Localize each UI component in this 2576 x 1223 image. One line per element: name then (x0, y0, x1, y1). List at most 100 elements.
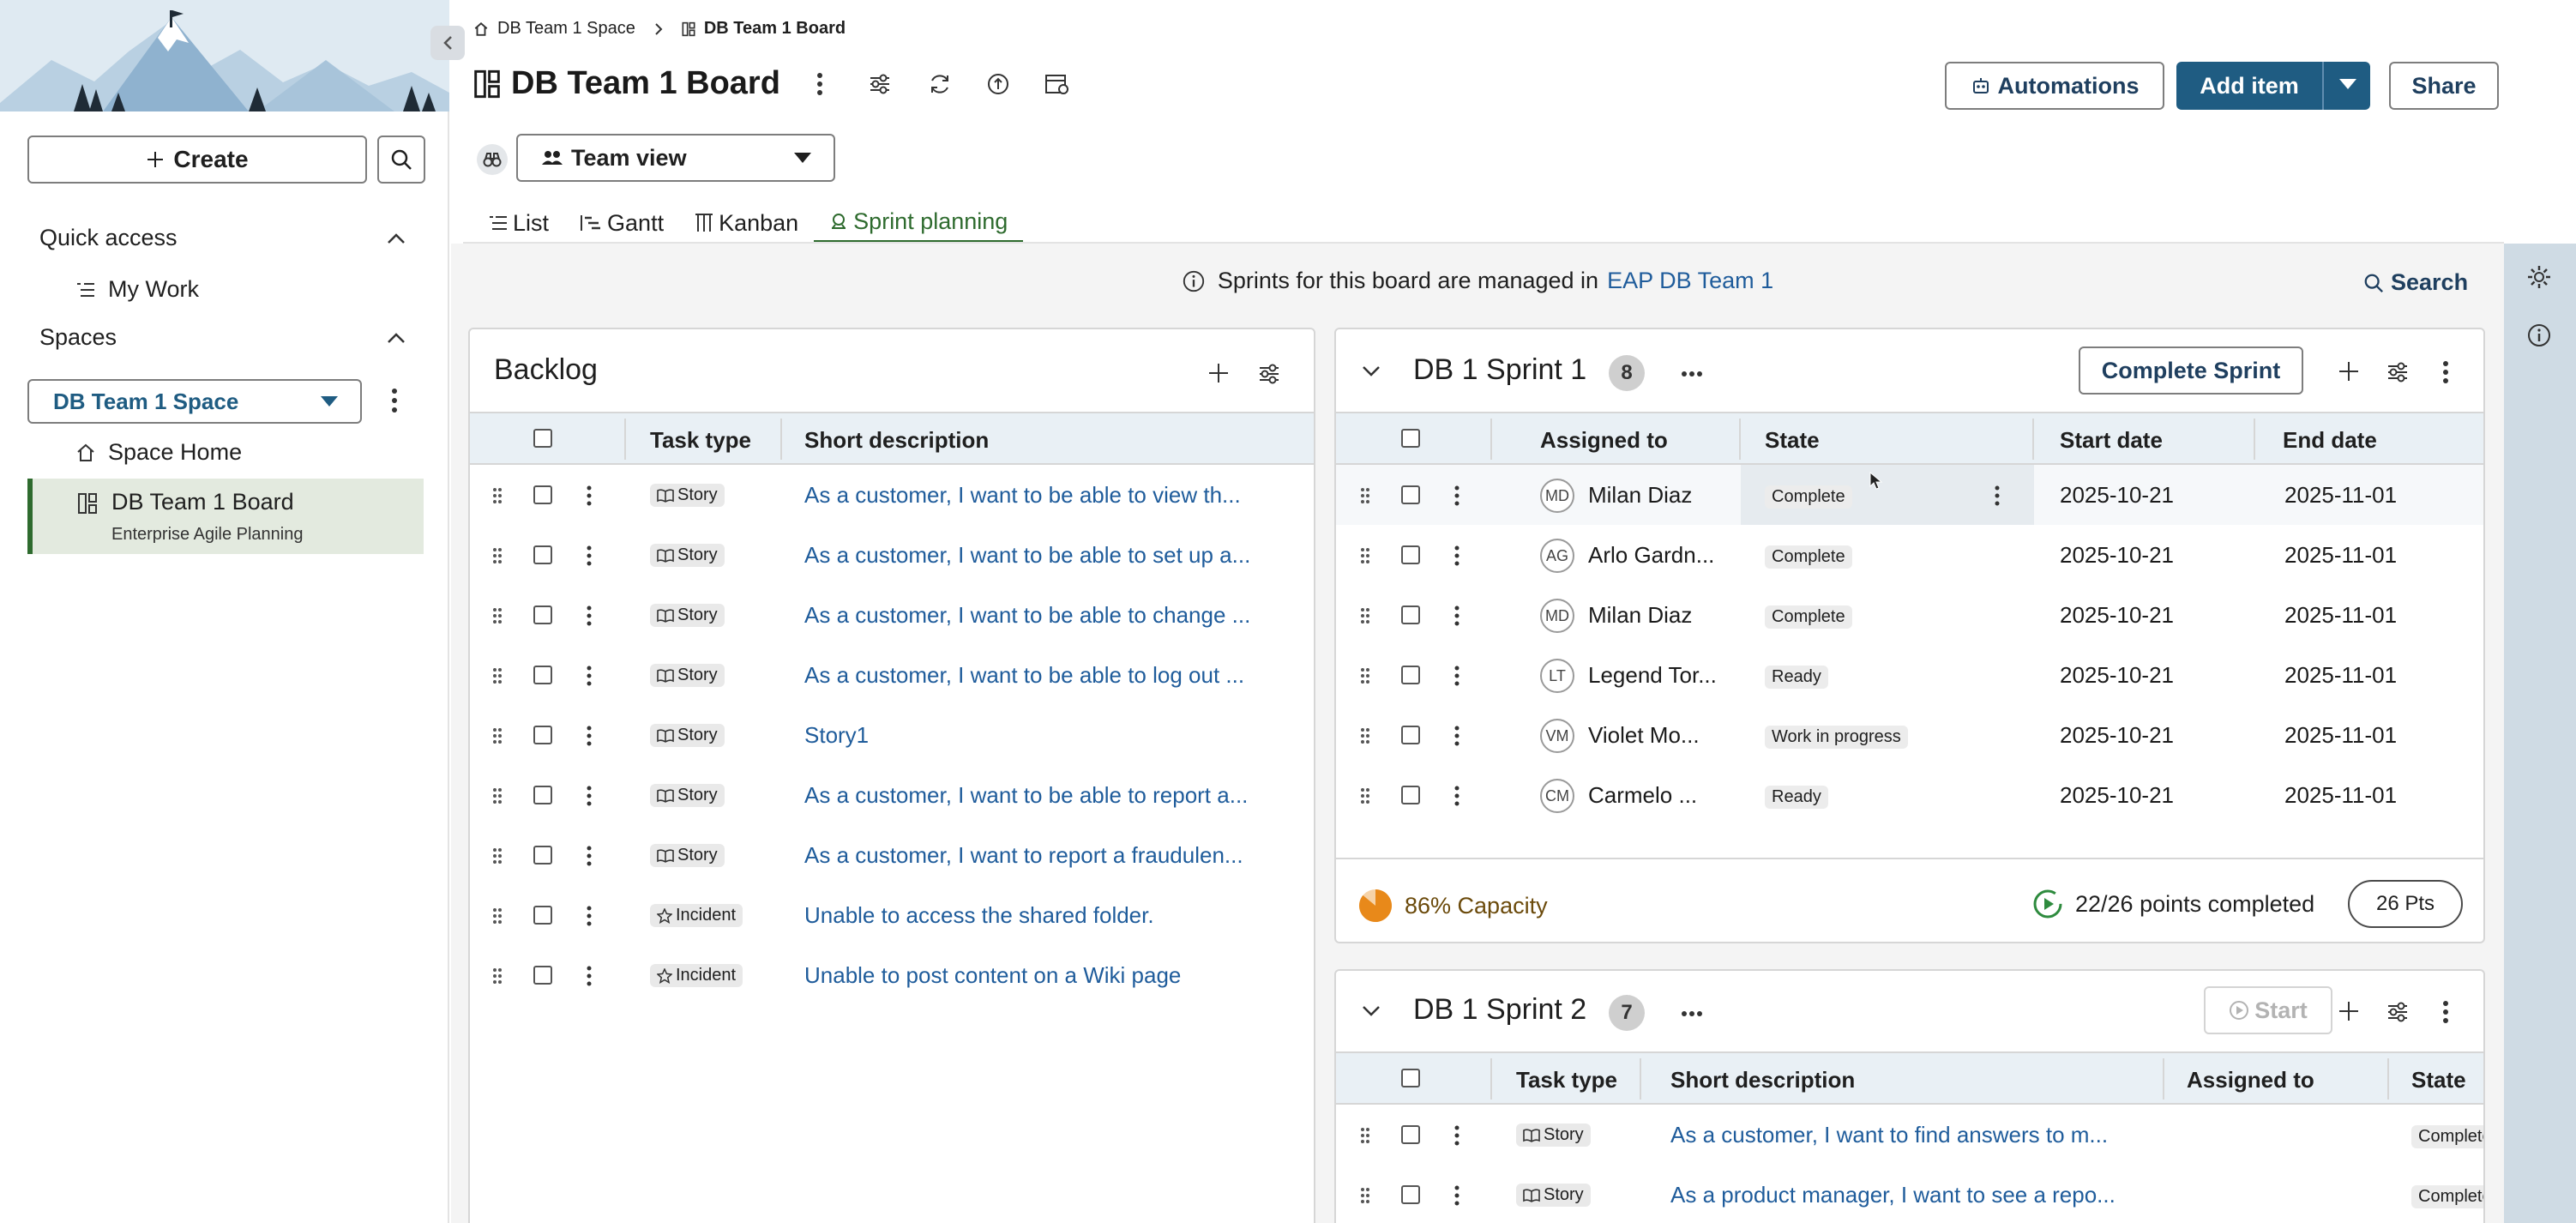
banner-link[interactable]: EAP DB Team 1 (1607, 268, 1773, 294)
drag-handle-icon[interactable] (1360, 667, 1370, 684)
row-checkbox[interactable] (533, 666, 552, 684)
row-more-icon[interactable] (1454, 666, 1460, 686)
chevron-down-icon[interactable] (1362, 365, 1381, 377)
column-header-assigned-to[interactable]: Assigned to (2187, 1067, 2314, 1093)
column-header-task-type[interactable]: Task type (1516, 1067, 1617, 1093)
space-more-icon[interactable] (391, 388, 398, 413)
row-more-icon[interactable] (587, 846, 592, 866)
add-item-button[interactable]: Add item (2176, 62, 2370, 110)
activity-icon[interactable] (986, 72, 1010, 96)
share-button[interactable]: Share (2389, 62, 2499, 110)
row-checkbox[interactable] (533, 485, 552, 504)
settings-sliders-icon[interactable] (868, 72, 892, 96)
tab-list[interactable]: List (473, 202, 564, 244)
tab-sprint-planning[interactable]: Sprint planning (814, 202, 1024, 244)
column-header-state[interactable]: State (2411, 1067, 2466, 1093)
row-checkbox[interactable] (533, 786, 552, 804)
row-checkbox[interactable] (533, 966, 552, 985)
drag-handle-icon[interactable] (1360, 547, 1370, 564)
column-header-task-type[interactable]: Task type (650, 427, 751, 454)
chevron-down-icon[interactable] (1362, 1005, 1381, 1017)
table-row[interactable]: CM Carmelo ... Ready 2025-10-21 2025-11-01 (1336, 765, 2483, 825)
row-more-icon[interactable] (587, 666, 592, 686)
row-more-icon[interactable] (587, 786, 592, 806)
table-row[interactable]: Incident Unable to access the shared fold… (470, 885, 1314, 945)
table-row[interactable]: Story As a customer, I want to report a f… (470, 825, 1314, 885)
drag-handle-icon[interactable] (1360, 727, 1370, 744)
sprint2-more-icon[interactable] (1681, 1010, 1703, 1017)
sprint1-kebab-icon[interactable] (2442, 360, 2449, 384)
sidebar-item-my-work[interactable]: My Work (75, 276, 199, 303)
table-row[interactable]: Story As a customer, I want to find answe… (1336, 1105, 2483, 1165)
sidebar-search-button[interactable] (377, 136, 425, 184)
row-more-icon[interactable] (587, 906, 592, 926)
automations-button[interactable]: Automations (1945, 62, 2164, 110)
short-description-link[interactable]: As a customer, I want to be able to log … (804, 662, 1244, 689)
drag-handle-icon[interactable] (1360, 1187, 1370, 1204)
sidebar-item-board[interactable]: DB Team 1 Board Enterprise Agile Plannin… (27, 479, 424, 554)
row-more-icon[interactable] (1454, 726, 1460, 746)
sprint2-kebab-icon[interactable] (2442, 1000, 2449, 1024)
row-more-icon[interactable] (587, 726, 592, 746)
row-checkbox[interactable] (533, 605, 552, 624)
column-header-short-description[interactable]: Short description (804, 427, 989, 454)
row-more-icon[interactable] (587, 605, 592, 626)
row-more-icon[interactable] (1454, 1125, 1460, 1146)
sidebar-item-space-home[interactable]: Space Home (75, 439, 242, 466)
short-description-link[interactable]: As a customer, I want to be able to set … (804, 542, 1250, 569)
complete-sprint-button[interactable]: Complete Sprint (2079, 346, 2303, 395)
row-checkbox[interactable] (1401, 605, 1420, 624)
short-description-link[interactable]: As a customer, I want to report a fraudu… (804, 842, 1243, 869)
short-description-link[interactable]: As a customer, I want to be able to chan… (804, 602, 1250, 629)
tab-kanban[interactable]: Kanban (679, 202, 814, 244)
table-row[interactable]: VM Violet Mo... Work in progress 2025-10-21… (1336, 705, 2483, 765)
points-total-pill[interactable]: 26 Pts (2348, 880, 2463, 928)
column-header-start-date[interactable]: Start date (2060, 427, 2163, 454)
collapse-sidebar-button[interactable] (430, 26, 465, 60)
drag-handle-icon[interactable] (492, 967, 503, 985)
drag-handle-icon[interactable] (492, 847, 503, 865)
drag-handle-icon[interactable] (1360, 787, 1370, 804)
short-description-link[interactable]: Unable to post content on a Wiki page (804, 962, 1181, 989)
start-sprint-button[interactable]: Start (2204, 986, 2332, 1034)
short-description-link[interactable]: Unable to access the shared folder. (804, 902, 1154, 929)
short-description-link[interactable]: As a customer, I want to find answers to… (1670, 1122, 2108, 1148)
add-icon[interactable] (2338, 360, 2360, 383)
settings-sliders-icon[interactable] (1257, 362, 1281, 386)
select-all-checkbox[interactable] (533, 429, 552, 448)
drag-handle-icon[interactable] (492, 787, 503, 804)
row-checkbox[interactable] (1401, 786, 1420, 804)
row-checkbox[interactable] (1401, 485, 1420, 504)
short-description-link[interactable]: As a customer, I want to be able to repo… (804, 782, 1248, 809)
add-icon[interactable] (2338, 1000, 2360, 1022)
drag-handle-icon[interactable] (492, 667, 503, 684)
drag-handle-icon[interactable] (492, 487, 503, 504)
table-row[interactable]: Story As a customer, I want to be able to… (470, 765, 1314, 825)
table-row[interactable]: MD Milan Diaz Complete 2025-10-21 2025-11-01 (1336, 585, 2483, 645)
drag-handle-icon[interactable] (492, 607, 503, 624)
row-more-icon[interactable] (1454, 1185, 1460, 1206)
row-more-icon[interactable] (1454, 605, 1460, 626)
table-row[interactable]: Story Story1 (470, 705, 1314, 765)
row-more-icon[interactable] (1454, 545, 1460, 566)
breadcrumb-space-link[interactable]: DB Team 1 Space (497, 19, 635, 39)
drag-handle-icon[interactable] (1360, 607, 1370, 624)
drag-handle-icon[interactable] (492, 547, 503, 564)
spaces-collapse-icon[interactable] (386, 331, 406, 345)
table-row[interactable]: Story As a customer, I want to be able to… (470, 465, 1314, 525)
sprint1-more-icon[interactable] (1681, 371, 1703, 377)
row-checkbox[interactable] (1401, 1185, 1420, 1204)
state-cell-more-icon[interactable] (1995, 485, 2000, 506)
short-description-link[interactable]: As a customer, I want to be able to view… (804, 482, 1241, 509)
column-header-end-date[interactable]: End date (2283, 427, 2377, 454)
row-checkbox[interactable] (1401, 726, 1420, 744)
drag-handle-icon[interactable] (1360, 487, 1370, 504)
refresh-icon[interactable] (928, 72, 952, 96)
search-button[interactable]: Search (2363, 269, 2468, 296)
table-row[interactable]: MD Milan Diaz Complete 2025-10-21 2025-11-01 (1336, 465, 2483, 525)
drag-handle-icon[interactable] (492, 907, 503, 925)
row-more-icon[interactable] (587, 545, 592, 566)
row-more-icon[interactable] (1454, 786, 1460, 806)
table-row[interactable]: LT Legend Tor... Ready 2025-10-21 2025-11-01 (1336, 645, 2483, 705)
info-icon[interactable] (2526, 322, 2552, 348)
